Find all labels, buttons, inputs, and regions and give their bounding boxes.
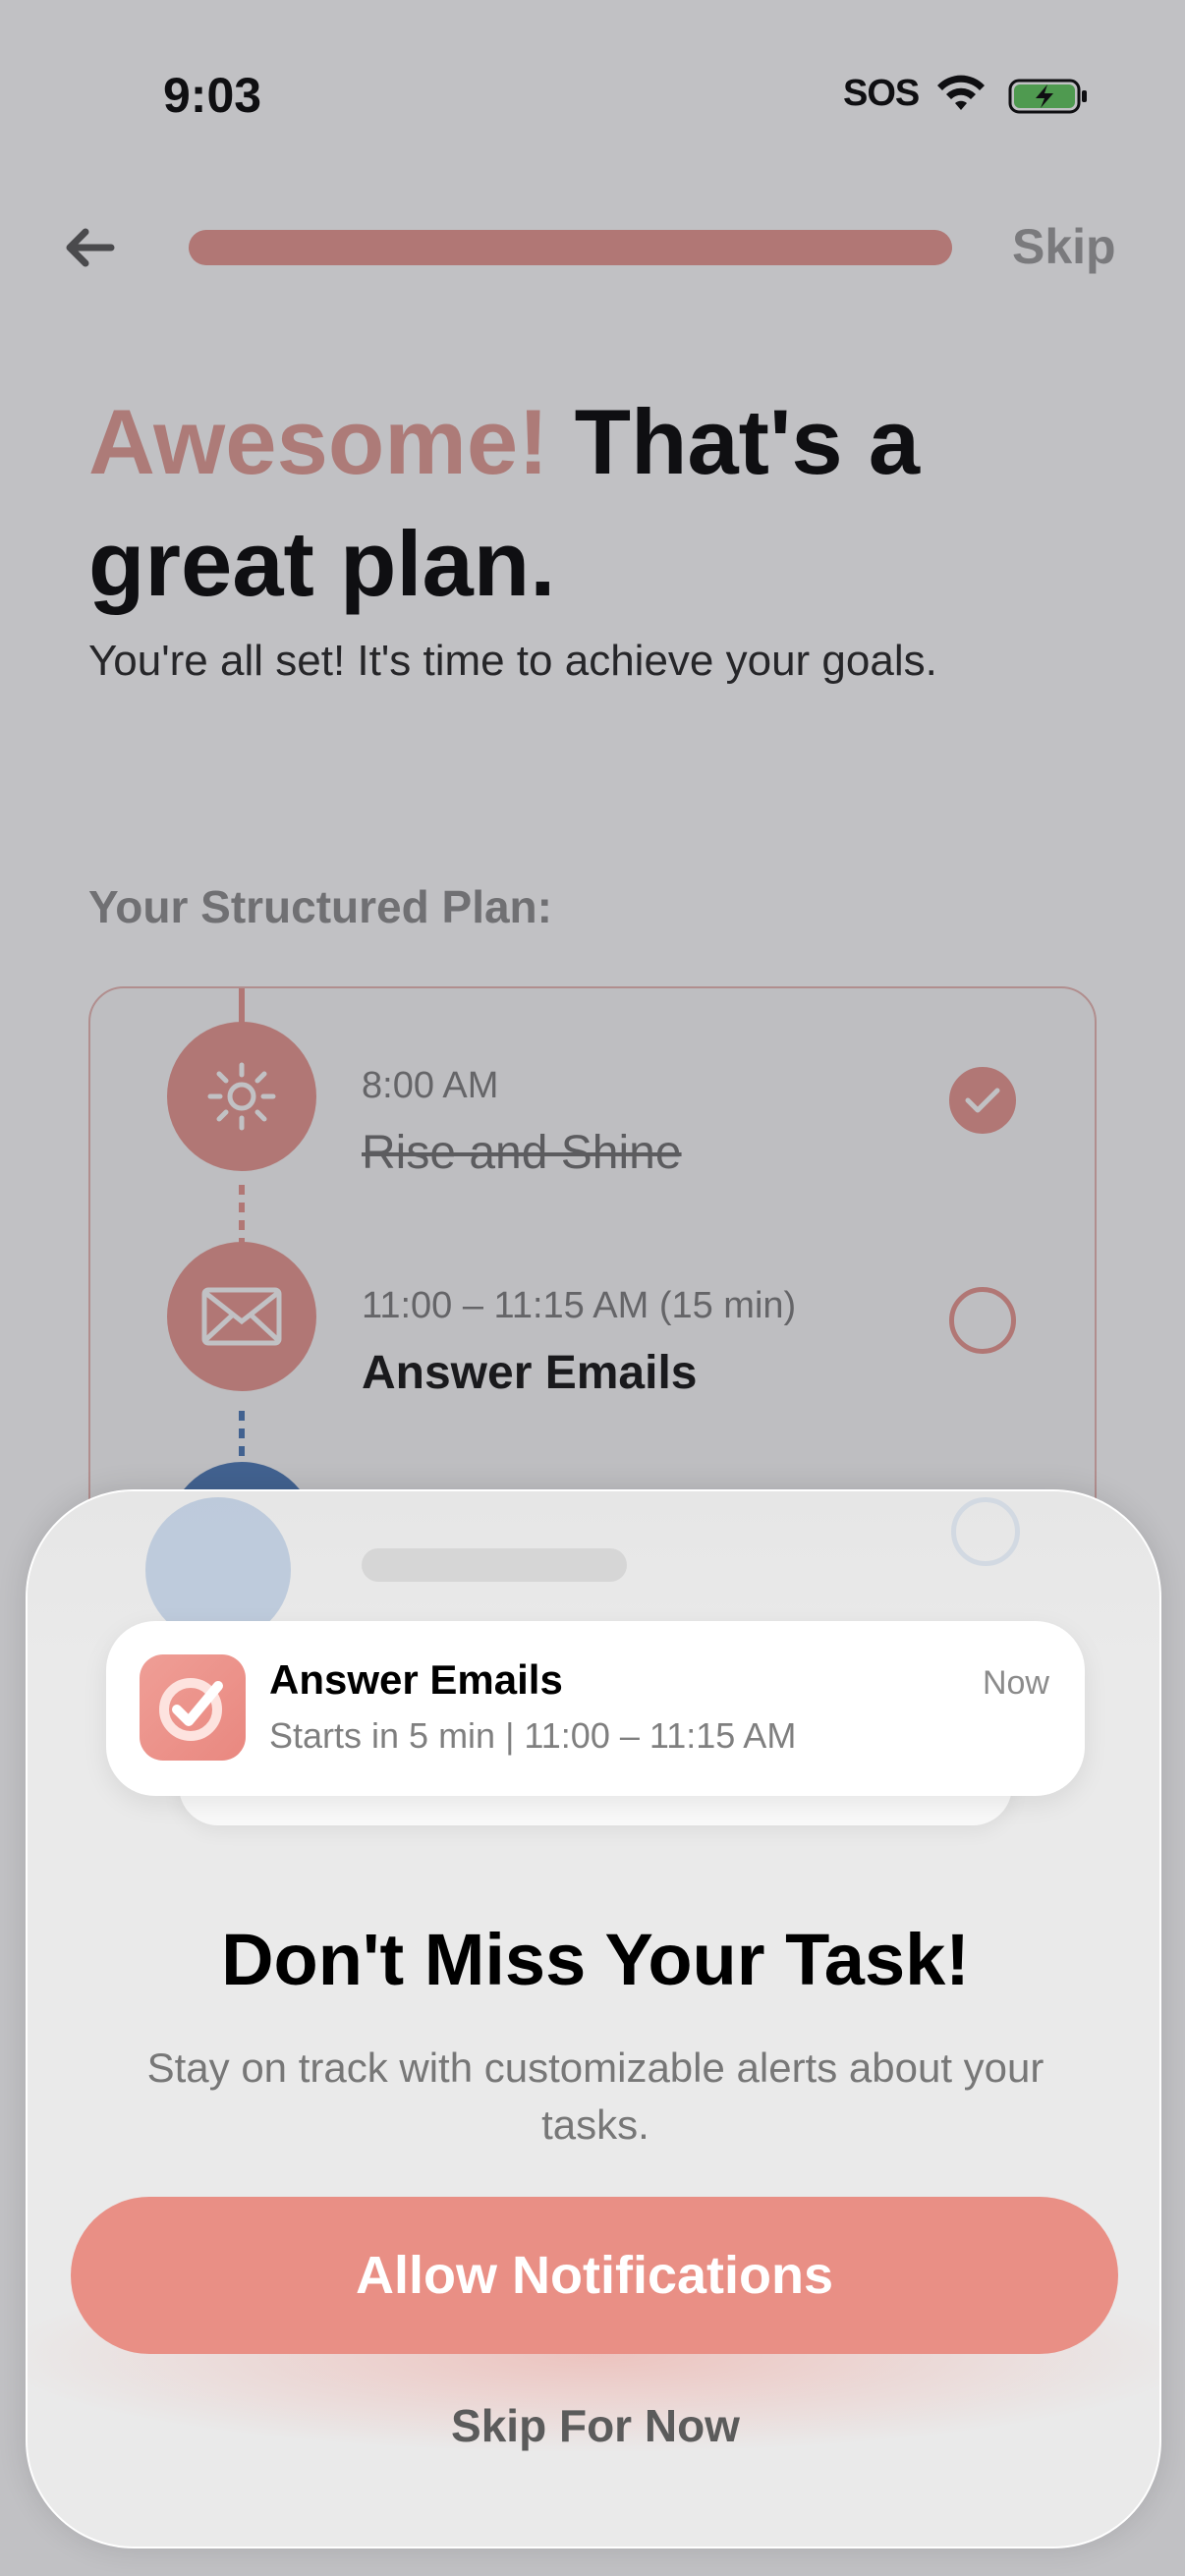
allow-notifications-button[interactable]: Allow Notifications (71, 2197, 1118, 2354)
blurred-plan-text (362, 1548, 627, 1582)
app-logo-mark (159, 1678, 223, 1741)
blurred-plan-checkbox (951, 1497, 1020, 1566)
notification-permission-sheet: Answer Emails Starts in 5 min | 11:00 – … (26, 1489, 1161, 2548)
sheet-description: Stay on track with customizable alerts a… (146, 2044, 1044, 2148)
notification-time: Now (982, 1664, 1049, 1702)
notification-body: Starts in 5 min | 11:00 – 11:15 AM (269, 1715, 797, 1756)
skip-for-now-button[interactable]: Skip For Now (28, 2399, 1159, 2452)
notification-title: Answer Emails (269, 1656, 563, 1703)
app-check-icon (140, 1654, 246, 1761)
sheet-title: Don't Miss Your Task! (221, 1919, 970, 2000)
notification-preview: Answer Emails Starts in 5 min | 11:00 – … (106, 1621, 1085, 1796)
